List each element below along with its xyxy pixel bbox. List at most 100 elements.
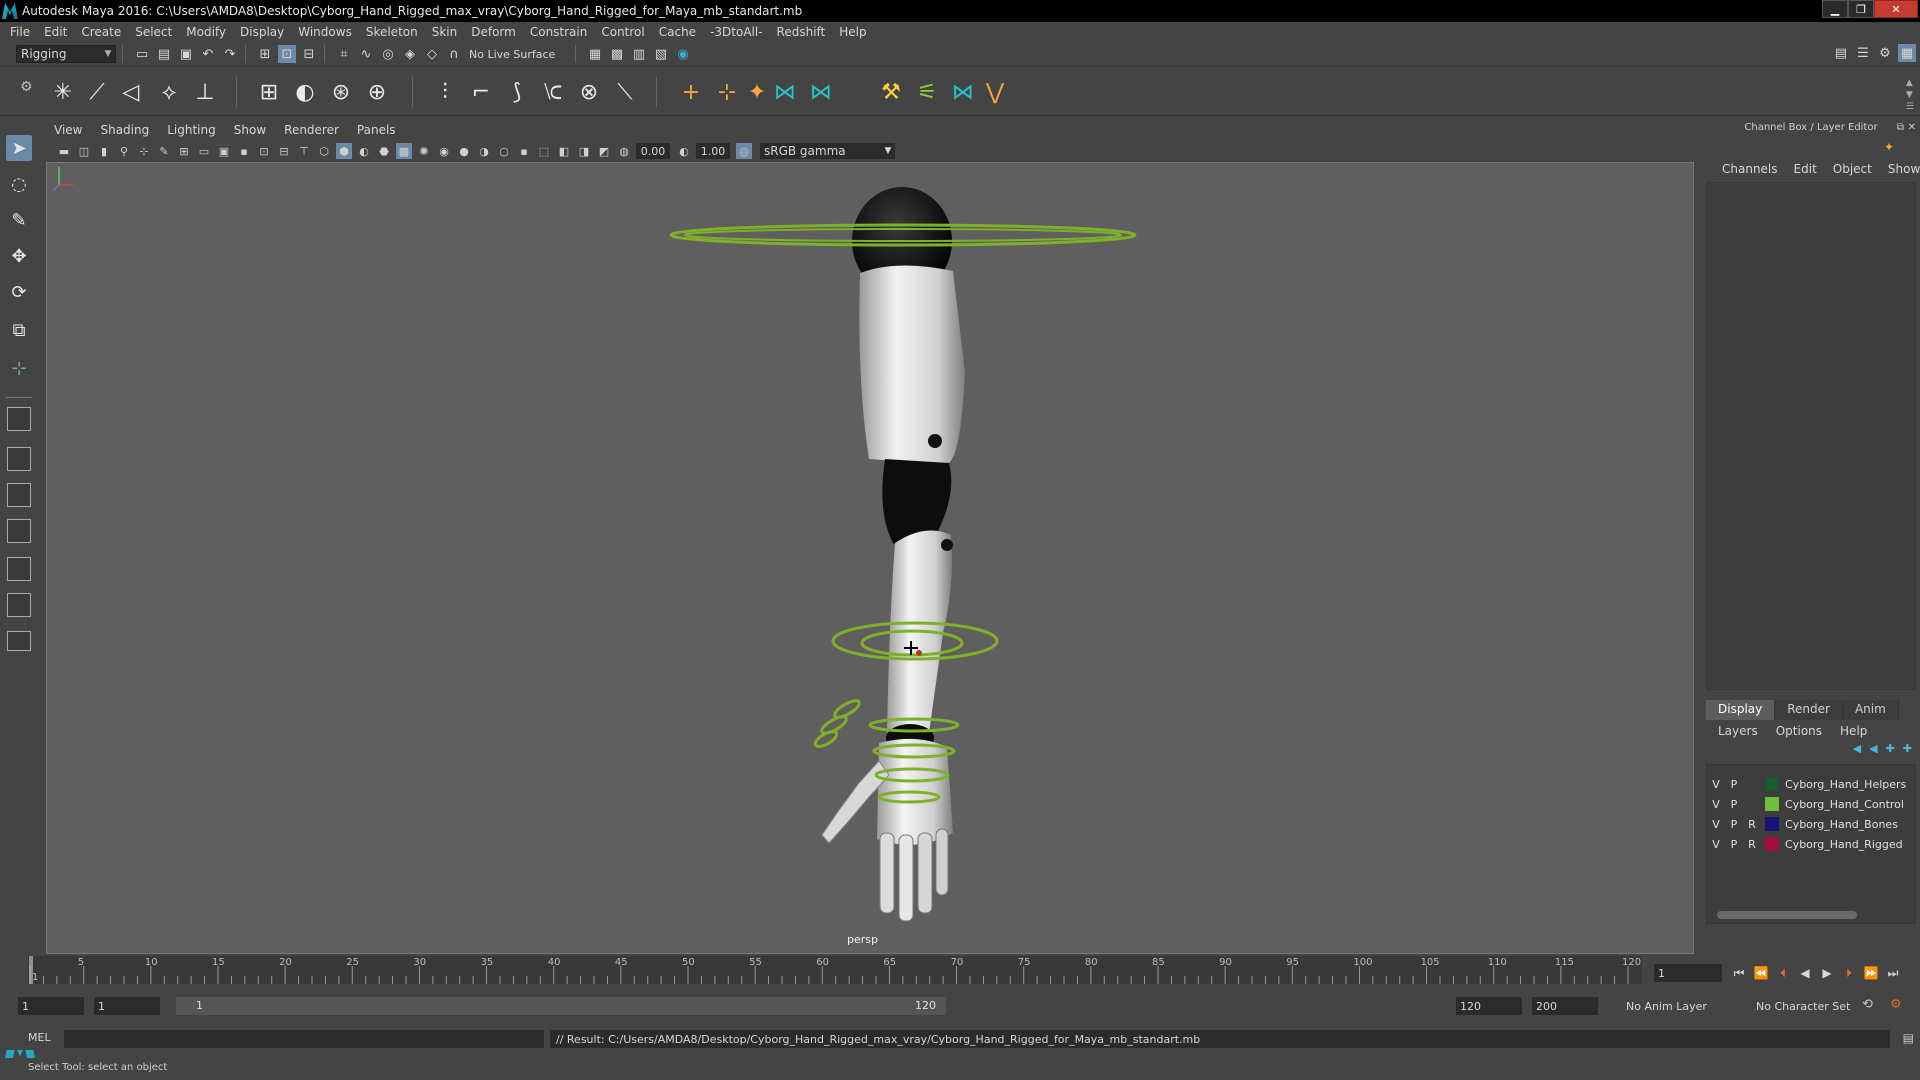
interactive-bind-icon[interactable]: ⊗ (574, 77, 604, 107)
sculpt-deformer-icon[interactable]: ⊕ (362, 77, 392, 107)
snap-point-icon[interactable]: ◎ (379, 45, 397, 63)
orient-constraint-icon[interactable]: ✦ (742, 77, 772, 107)
step-forward-key-icon[interactable]: ⏩ (1860, 964, 1882, 982)
layer-row[interactable]: V P R Cyborg_Hand_Rigged (1707, 835, 1917, 853)
new-layer-selected-icon[interactable]: ✚ (1903, 742, 1912, 755)
shelf-menu-icon[interactable]: ⚙ (20, 79, 33, 95)
layer-row[interactable]: V P Cyborg_Hand_Control (1707, 795, 1917, 813)
grid-icon[interactable]: ⊞ (176, 143, 192, 159)
menu-select[interactable]: Select (135, 25, 172, 39)
ipr-render-icon[interactable]: ▧ (652, 45, 670, 63)
snap-view-icon[interactable]: ◈ (401, 45, 419, 63)
play-forwards-icon[interactable]: ▶ (1816, 964, 1838, 982)
auto-key-icon[interactable]: ⟲ (1862, 997, 1873, 1012)
snap-grid-icon[interactable]: ⌗ (335, 45, 353, 63)
channel-box-icon[interactable]: ▦ (1898, 44, 1916, 62)
play-backwards-icon[interactable]: ◀ (1794, 964, 1816, 982)
layer-color-swatch[interactable] (1765, 817, 1779, 831)
paint-weights-icon[interactable]: ⟆ (502, 77, 532, 107)
menu-set-dropdown[interactable]: Rigging ▼ (16, 45, 116, 63)
playback-range-bar[interactable]: 1 120 (176, 997, 946, 1015)
panel-menu-renderer[interactable]: Renderer (284, 123, 339, 137)
panel-menu-lighting[interactable]: Lighting (167, 123, 216, 137)
menu-skeleton[interactable]: Skeleton (366, 25, 418, 39)
select-hierarchy-icon[interactable]: ⊞ (256, 45, 274, 63)
ik-spline-icon[interactable]: ◁ (116, 77, 146, 107)
xray-joints-icon[interactable]: ◨ (576, 143, 592, 159)
two-pane-layout-icon[interactable] (7, 483, 31, 507)
xray-components-icon[interactable]: ◩ (596, 143, 612, 159)
manipulator-tool-icon[interactable]: ⊹ (6, 355, 32, 381)
panel-menu-show[interactable]: Show (234, 123, 266, 137)
exposure-icon[interactable]: ◍ (616, 143, 632, 159)
pole-vector-icon[interactable]: ⋁ (980, 77, 1010, 107)
layer-display-type-toggle[interactable]: R (1743, 818, 1761, 831)
aim-constraint-icon[interactable]: ⊹ (712, 77, 742, 107)
modeling-toolkit-icon[interactable]: ▤ (1832, 44, 1850, 62)
time-slider-track[interactable]: 1 5 10 15 20 25 30 35 40 45 50 55 60 65 70 75 80 85 90 95 10… (28, 956, 1642, 984)
move-tool-icon[interactable]: ✥ (6, 243, 32, 269)
render-current-icon[interactable]: ▥ (630, 45, 648, 63)
camera-attributes-icon[interactable]: ◫ (76, 143, 92, 159)
wireframe-on-shaded-icon[interactable]: ⬣ (376, 143, 392, 159)
menu-windows[interactable]: Windows (298, 25, 352, 39)
hair-tool-icon[interactable]: ⚟ (912, 77, 942, 107)
undo-icon[interactable]: ↶ (199, 45, 217, 63)
four-pane-layout-icon[interactable] (7, 447, 31, 471)
textured-icon[interactable]: ▩ (396, 143, 412, 159)
select-component-icon[interactable]: ⊟ (300, 45, 318, 63)
camera-select-icon[interactable]: ▬ (56, 143, 72, 159)
close-panel-icon[interactable]: ✕ (1908, 122, 1916, 133)
current-frame-field[interactable]: 1 (1654, 964, 1722, 982)
animation-start-field[interactable]: 1 (18, 997, 84, 1015)
wireframe-icon[interactable]: ⬡ (316, 143, 332, 159)
go-to-end-icon[interactable]: ⏭ (1882, 964, 1904, 982)
step-forward-frame-icon[interactable]: ⏵ (1838, 964, 1860, 982)
menu-cache[interactable]: Cache (659, 25, 696, 39)
field-chart-icon[interactable]: ⊡ (256, 143, 272, 159)
tool-settings-icon[interactable]: ⚙ (1876, 44, 1894, 62)
shadows-icon[interactable]: ◉ (436, 143, 452, 159)
depth-of-field-icon[interactable]: ▪ (516, 143, 532, 159)
options-menu[interactable]: Options (1776, 724, 1822, 738)
point-constraint-icon[interactable]: + (676, 77, 706, 107)
tab-render[interactable]: Render (1775, 700, 1843, 720)
use-all-lights-icon[interactable]: ✺ (416, 143, 432, 159)
go-to-bind-pose-icon[interactable]: ⟍ (610, 77, 640, 107)
layer-color-swatch[interactable] (1765, 777, 1779, 791)
new-scene-icon[interactable]: ▭ (133, 45, 151, 63)
channels-menu[interactable]: Channels (1722, 162, 1778, 176)
rotate-tool-icon[interactable]: ⟳ (6, 279, 32, 305)
hik-character-icon[interactable]: ⋈ (806, 77, 836, 107)
gamma-icon[interactable]: ◐ (676, 143, 692, 159)
attribute-editor-icon[interactable]: ☰ (1854, 44, 1872, 62)
ik-handle-icon[interactable]: ⟋ (82, 77, 112, 107)
layer-playback-toggle[interactable]: P (1725, 798, 1743, 811)
smooth-skin-icon[interactable]: ⟈ (538, 77, 568, 107)
film-gate-icon[interactable]: ▭ (196, 143, 212, 159)
show-menu[interactable]: Show (1888, 162, 1920, 176)
menu-create[interactable]: Create (81, 25, 121, 39)
graph-layout-icon[interactable] (7, 557, 31, 581)
layer-display-type-toggle[interactable]: R (1743, 838, 1761, 851)
layer-visibility-toggle[interactable]: V (1707, 818, 1725, 831)
minimize-button[interactable]: ▁ (1822, 0, 1848, 18)
panel-menu-shading[interactable]: Shading (100, 123, 149, 137)
step-back-key-icon[interactable]: ⏪ (1750, 964, 1772, 982)
mirror-joint-icon[interactable]: ⊥ (190, 77, 220, 107)
render-view-icon[interactable]: ▩ (608, 45, 626, 63)
layer-color-swatch[interactable] (1765, 797, 1779, 811)
channel-list[interactable] (1706, 182, 1916, 690)
hik-controls-icon[interactable]: ⋈ (948, 77, 978, 107)
layer-visibility-toggle[interactable]: V (1707, 778, 1725, 791)
tab-anim[interactable]: Anim (1842, 700, 1899, 720)
playback-start-field[interactable]: 1 (94, 997, 160, 1015)
scale-tool-icon[interactable]: ⧉ (6, 317, 32, 343)
move-layer-down-icon[interactable]: ◀ (1869, 742, 1877, 755)
shelf-scroll[interactable]: ▲ ▼ ☰ (1906, 77, 1914, 113)
single-pane-layout-icon[interactable] (7, 407, 31, 431)
insert-joint-icon[interactable]: ⟡ (154, 77, 184, 107)
layer-visibility-toggle[interactable]: V (1707, 838, 1725, 851)
menu-redshift[interactable]: Redshift (777, 25, 826, 39)
save-scene-icon[interactable]: ▣ (177, 45, 195, 63)
